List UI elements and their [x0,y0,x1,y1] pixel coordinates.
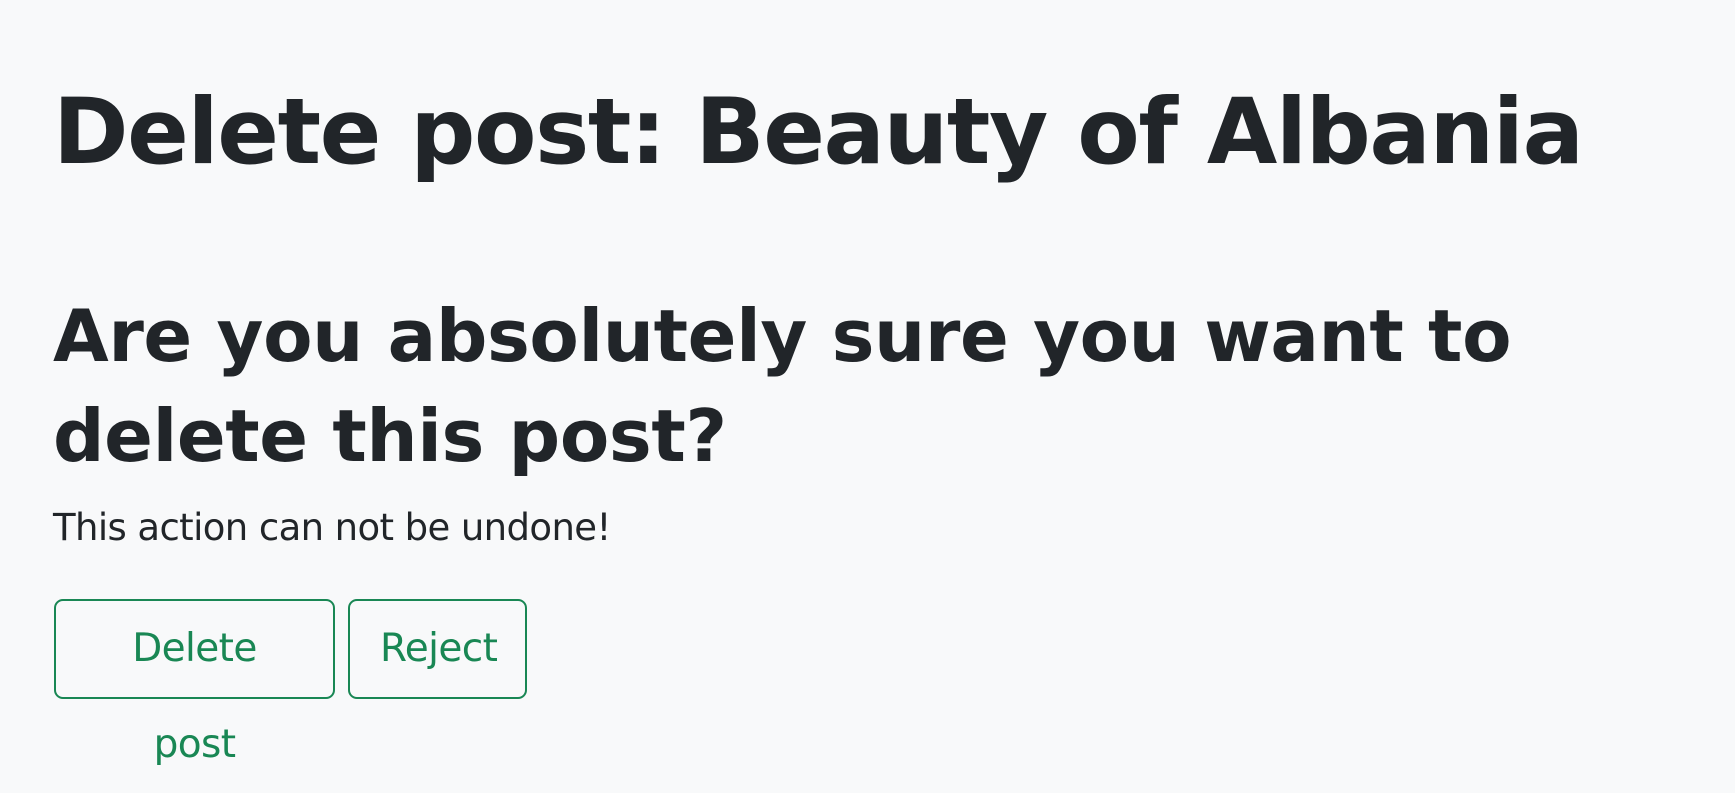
reject-button[interactable]: Reject [348,599,527,699]
undo-warning-text: This action can not be undone! [53,506,611,549]
page-title: Delete post: Beauty of Albania [53,80,1584,185]
confirmation-heading: Are you absolutely sure you want to dele… [53,294,1512,478]
delete-post-button[interactable]: Delete post [54,599,335,767]
action-buttons: Delete post Reject [54,599,527,767]
delete-post-page: Delete post: Beauty of Albania Are you a… [0,0,1735,767]
